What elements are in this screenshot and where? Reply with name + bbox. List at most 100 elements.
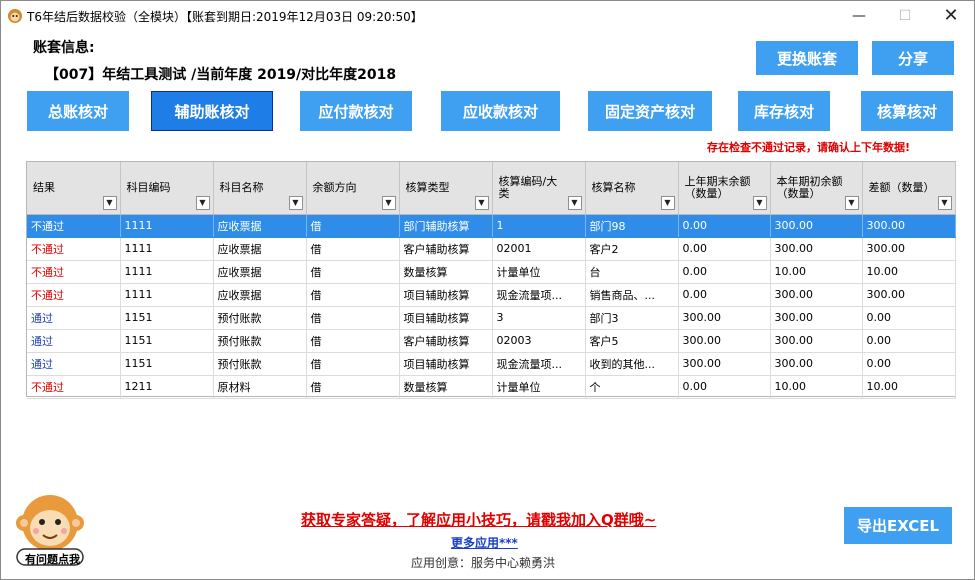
table-row[interactable]: 通过 1151 预付账款借项目辅助核算 3 部门3 300.00 300.00 0.00 (27, 306, 956, 330)
filter-dropdown-icon[interactable]: ▼ (937, 195, 952, 210)
mascot-caption[interactable]: 有问题点我 (25, 551, 80, 567)
warning-message: 存在检查不通过记录，请确认上下年数据! (707, 141, 911, 154)
table-row[interactable]: 不通过 1211 原材料借数量核算 计量单位个 0.00 10.00 10.00 (27, 375, 956, 399)
cell-acc_code: 02001 (492, 237, 586, 261)
cell-result: 不通过 (27, 237, 121, 261)
cell-diff: 0.00 (862, 306, 956, 330)
tab-inventory[interactable]: 库存核对 (738, 91, 830, 131)
column-header-diff[interactable]: 差额（数量） ▼ (862, 162, 956, 215)
cell-acc_type: 数量核算 (399, 260, 493, 284)
cell-prev_end: 0.00 (678, 214, 771, 238)
tab-general-ledger[interactable]: 总账核对 (27, 91, 129, 131)
filter-dropdown-icon[interactable]: ▼ (844, 195, 859, 210)
cell-acc_type: 客户辅助核算 (399, 329, 493, 353)
switch-account-button[interactable]: 更换账套 (756, 41, 858, 75)
cell-result: 通过 (27, 306, 121, 330)
check-results-grid[interactable]: 结果 ▼ 科目编码 ▼ 科目名称 ▼ 余额方向 ▼ 核算类型 ▼ 核算编码/大类 ▼ 核算名称 ▼ 上年期末… (26, 161, 956, 399)
table-row[interactable]: 通过 1151 预付账款借客户辅助核算 02003 客户5 300.00 300.00 0.0… (27, 329, 956, 353)
cell-code: 1151 (120, 352, 214, 376)
filter-dropdown-icon[interactable]: ▼ (660, 195, 675, 210)
maximize-button[interactable]: ☐ (885, 5, 925, 27)
more-apps-link[interactable]: 更多应用*** (451, 534, 518, 551)
cell-acc_name: 部门3 (585, 306, 679, 330)
qq-group-link[interactable]: 获取专家答疑，了解应用小技巧，请戳我加入Q群哦~ (301, 509, 656, 530)
tab-payables[interactable]: 应付款核对 (300, 91, 412, 131)
cell-name: 应收票据 (213, 214, 307, 238)
column-header-label: 差额（数量） (868, 180, 935, 194)
cell-acc_name: 个 (585, 375, 679, 399)
cell-name: 预付账款 (213, 352, 307, 376)
column-header-acc_code[interactable]: 核算编码/大类 ▼ (492, 162, 586, 215)
cell-result: 不通过 (27, 283, 121, 307)
account-label: 账套信息: (33, 40, 95, 56)
cell-acc_code: 现金流量项... (492, 283, 586, 307)
table-row[interactable]: 通过 1151 预付账款借项目辅助核算 现金流量项... 收到的其他... 300.00 3… (27, 352, 956, 376)
cell-direction: 借 (306, 375, 400, 399)
column-header-prev_end[interactable]: 上年期末余额（数量） ▼ (678, 162, 771, 215)
cell-curr_begin: 300.00 (770, 214, 863, 238)
cell-result: 通过 (27, 329, 121, 353)
tab-costing[interactable]: 核算核对 (861, 91, 953, 131)
cell-diff: 0.00 (862, 352, 956, 376)
tab-fixed-assets[interactable]: 固定资产核对 (588, 91, 712, 131)
cell-curr_begin: 300.00 (770, 283, 863, 307)
tab-receivables[interactable]: 应收款核对 (441, 91, 560, 131)
cell-result: 不通过 (27, 375, 121, 399)
cell-prev_end: 0.00 (678, 260, 771, 284)
minimize-button[interactable]: — (839, 5, 879, 27)
share-button[interactable]: 分享 (872, 41, 954, 75)
cell-direction: 借 (306, 352, 400, 376)
close-button[interactable]: ✕ (931, 5, 971, 27)
export-excel-button[interactable]: 导出EXCEL (844, 507, 952, 544)
cell-acc_code: 3 (492, 306, 586, 330)
cell-direction: 借 (306, 306, 400, 330)
filter-dropdown-icon[interactable]: ▼ (567, 195, 582, 210)
tab-auxiliary-ledger[interactable]: 辅助账核对 (151, 91, 273, 131)
cell-diff: 300.00 (862, 214, 956, 238)
cell-acc_name: 客户2 (585, 237, 679, 261)
cell-code: 1151 (120, 329, 214, 353)
column-header-result[interactable]: 结果 ▼ (27, 162, 121, 215)
cell-diff: 300.00 (862, 237, 956, 261)
filter-dropdown-icon[interactable]: ▼ (474, 195, 489, 210)
cell-acc_name: 收到的其他... (585, 352, 679, 376)
column-header-direction[interactable]: 余额方向 ▼ (306, 162, 400, 215)
column-header-acc_type[interactable]: 核算类型 ▼ (399, 162, 493, 215)
cell-curr_begin: 300.00 (770, 352, 863, 376)
column-header-curr_begin[interactable]: 本年期初余额（数量） ▼ (770, 162, 863, 215)
cell-acc_type: 数量核算 (399, 375, 493, 399)
filter-dropdown-icon[interactable]: ▼ (752, 195, 767, 210)
cell-name: 应收票据 (213, 237, 307, 261)
column-header-name[interactable]: 科目名称 ▼ (213, 162, 307, 215)
cell-prev_end: 0.00 (678, 237, 771, 261)
cell-direction: 借 (306, 329, 400, 353)
cell-result: 不通过 (27, 214, 121, 238)
cell-prev_end: 0.00 (678, 283, 771, 307)
cell-curr_begin: 300.00 (770, 329, 863, 353)
cell-direction: 借 (306, 260, 400, 284)
table-row[interactable]: 不通过 1111 应收票据借项目辅助核算 现金流量项... 销售商品、... 0.00 30… (27, 283, 956, 307)
table-row[interactable]: 不通过 1111 应收票据借数量核算 计量单位台 0.00 10.00 10.00 (27, 260, 956, 284)
cell-prev_end: 300.00 (678, 306, 771, 330)
cell-direction: 借 (306, 214, 400, 238)
cell-name: 应收票据 (213, 260, 307, 284)
filter-dropdown-icon[interactable]: ▼ (102, 195, 117, 210)
cell-acc_type: 项目辅助核算 (399, 306, 493, 330)
cell-name: 应收票据 (213, 283, 307, 307)
filter-dropdown-icon[interactable]: ▼ (195, 195, 210, 210)
credit-text: 应用创意：服务中心赖勇洪 (411, 556, 556, 570)
filter-dropdown-icon[interactable]: ▼ (288, 195, 303, 210)
cell-acc_type: 项目辅助核算 (399, 283, 493, 307)
column-header-label: 余额方向 (312, 180, 357, 194)
monkey-logo-icon (8, 9, 22, 23)
column-header-label: 科目编码 (126, 180, 171, 194)
cell-acc_code: 02003 (492, 329, 586, 353)
filter-dropdown-icon[interactable]: ▼ (381, 195, 396, 210)
column-header-code[interactable]: 科目编码 ▼ (120, 162, 214, 215)
column-header-acc_name[interactable]: 核算名称 ▼ (585, 162, 679, 215)
cell-code: 1211 (120, 375, 214, 399)
table-row[interactable]: 不通过 1111 应收票据借客户辅助核算 02001 客户2 0.00 300.00 300.… (27, 237, 956, 261)
table-row[interactable]: 不通过 1111 应收票据借部门辅助核算 1 部门98 0.00 300.00 300.00 (27, 214, 956, 238)
cell-diff: 10.00 (862, 260, 956, 284)
cell-diff: 0.00 (862, 329, 956, 353)
